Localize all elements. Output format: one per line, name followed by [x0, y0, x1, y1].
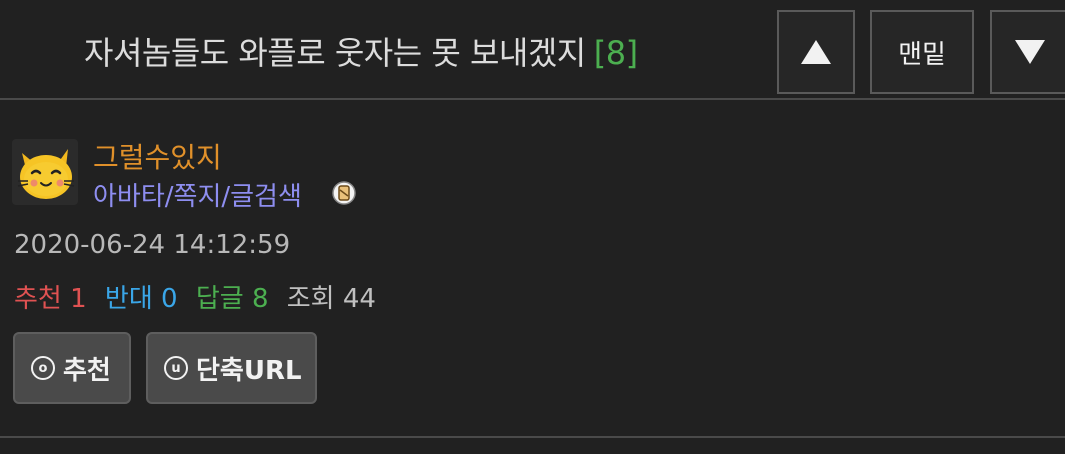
view-stat-label: 조회	[286, 284, 335, 314]
scroll-down-button[interactable]	[990, 10, 1065, 94]
recommend-circle-icon: o	[31, 356, 55, 380]
view-stat-value: 44	[342, 284, 376, 314]
recommend-stat-label: 추천	[14, 284, 62, 314]
oppose-stat-value: 0	[161, 284, 178, 314]
post-title-text: 자셔놈들도 와플로 웃자는 못 보내겠지	[84, 34, 586, 72]
section-divider	[0, 436, 1065, 438]
post-title: 자셔놈들도 와플로 웃자는 못 보내겠지 [8]	[84, 28, 638, 74]
oppose-stat-label: 반대	[104, 284, 153, 314]
hourglass-badge-icon	[332, 181, 356, 205]
author-name[interactable]: 그럴수있지	[93, 136, 222, 176]
short-url-button[interactable]: u 단축URL	[146, 332, 317, 404]
short-url-button-label: 단축URL	[196, 355, 302, 386]
triangle-up-icon	[801, 40, 831, 64]
avatar[interactable]	[12, 139, 78, 205]
reply-stat-label: 답글	[195, 284, 244, 314]
comment-count[interactable]: [8]	[594, 34, 638, 72]
recommend-stat-value: 1	[70, 284, 87, 314]
scroll-up-button[interactable]	[777, 10, 855, 94]
recommend-button-label: 추천	[63, 355, 111, 386]
author-links[interactable]: 아바타/쪽지/글검색	[93, 176, 302, 213]
reply-stat-value: 8	[251, 284, 269, 314]
go-bottom-button[interactable]: 맨밑	[870, 10, 974, 94]
recommend-button[interactable]: o 추천	[13, 332, 131, 404]
triangle-down-icon	[1015, 40, 1045, 64]
post-date: 2020-06-24 14:12:59	[14, 230, 291, 260]
post-stats: 추천 1 반대 0 답글 8 조회 44	[14, 278, 376, 315]
url-circle-icon: u	[164, 356, 188, 380]
yellow-cat-avatar-icon	[17, 149, 75, 199]
